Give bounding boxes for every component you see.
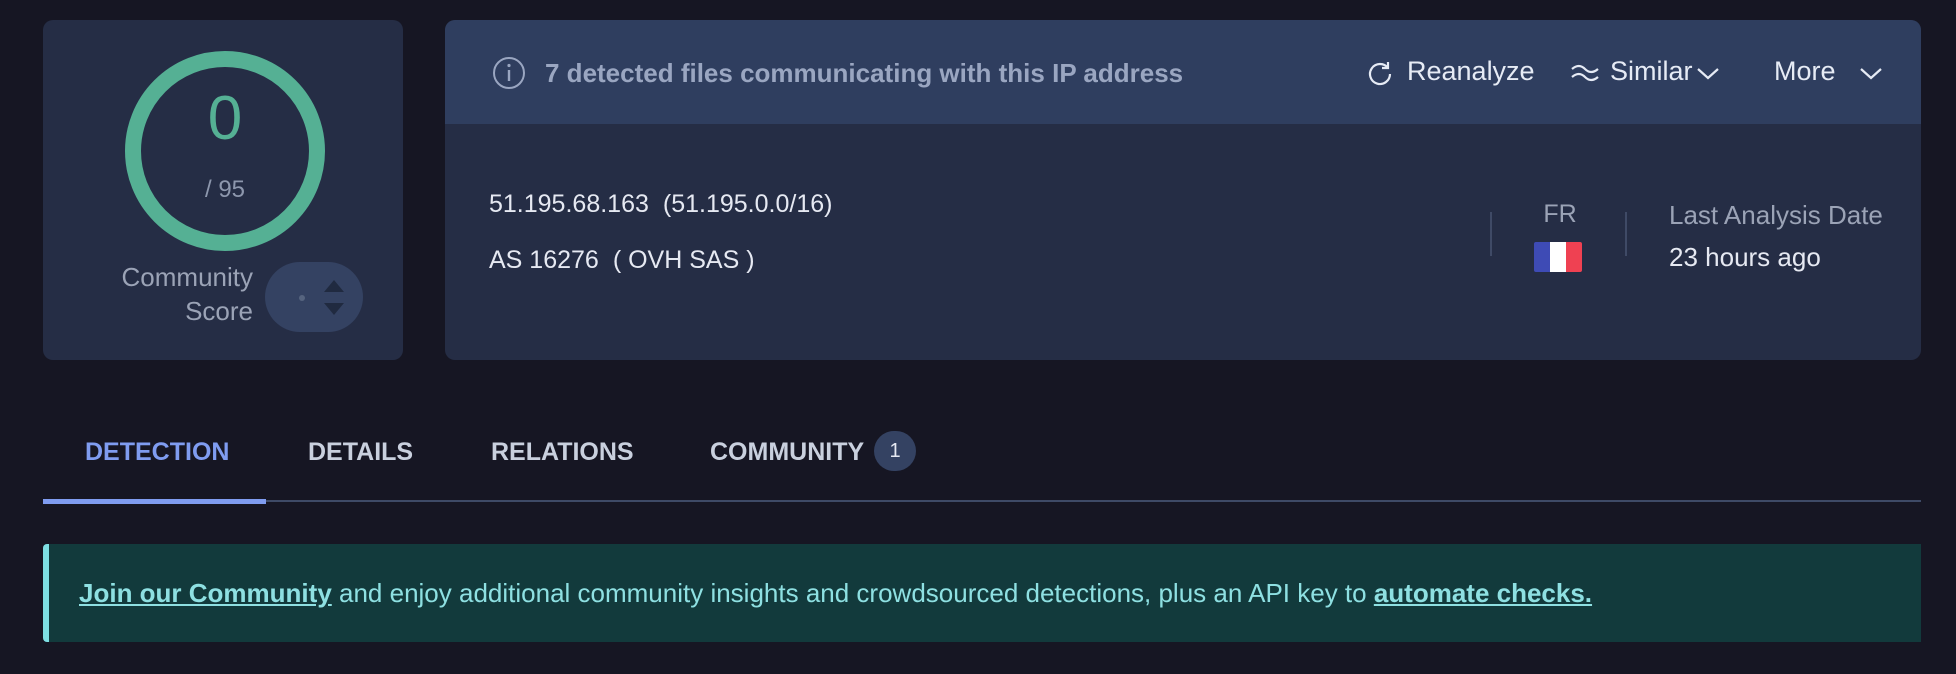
tab-relations[interactable]: RELATIONS [491,410,634,502]
ip-network-range[interactable]: (51.195.0.0/16) [663,190,833,218]
reanalyze-button[interactable]: Reanalyze [1367,56,1535,90]
tab-label: RELATIONS [491,438,634,466]
community-label-line1: Community [121,262,253,292]
last-analysis-date-label: Last Analysis Date [1669,200,1883,230]
divider [1625,212,1627,256]
join-community-banner: Join our Community and enjoy additional … [43,544,1921,642]
reanalyze-label: Reanalyze [1407,56,1535,86]
tab-detection[interactable]: DETECTION [43,410,266,504]
similar-label: Similar [1610,56,1693,86]
info-icon [493,57,525,89]
vote-up-icon[interactable] [323,279,345,293]
community-label-line2: Score [185,296,253,326]
more-label: More [1774,56,1836,86]
detection-score-total: / 95 [204,176,246,203]
as-owner[interactable]: ( OVH SAS ) [613,246,755,274]
detected-files-message[interactable]: 7 detected files communicating with this… [545,58,1183,89]
tab-label: DETAILS [308,438,414,466]
divider [1490,212,1492,256]
tab-community[interactable]: COMMUNITY 1 [710,410,930,502]
tab-label: COMMUNITY [710,438,865,466]
community-count-badge: 1 [874,431,916,471]
info-header-bar: 7 detected files communicating with this… [445,20,1921,124]
vote-down-icon[interactable] [323,302,345,316]
score-ring: 0 / 95 [122,48,328,254]
banner-middle-text: and enjoy additional community insights … [331,578,1374,608]
tab-label: DETECTION [85,438,230,466]
vote-dot-icon [299,295,305,301]
country-code: FR [1543,200,1577,228]
ip-address-line: 51.195.68.163 (51.195.0.0/16) [489,190,846,219]
community-vote-control[interactable] [265,262,363,332]
join-community-link[interactable]: Join our Community [79,578,332,608]
detection-score-value: 0 [207,84,243,153]
tab-details[interactable]: DETAILS [308,410,448,502]
more-button[interactable]: More [1774,56,1884,90]
community-score-card: 0 / 95 Community Score [43,20,403,360]
ip-address[interactable]: 51.195.68.163 [489,190,649,218]
similar-icon [1571,64,1599,82]
refresh-icon [1368,62,1392,86]
banner-text: Join our Community and enjoy additional … [79,578,1592,609]
as-line: AS 16276 ( OVH SAS ) [489,246,769,275]
as-number[interactable]: AS 16276 [489,246,599,274]
chevron-down-icon [1697,68,1719,80]
france-flag-icon [1534,242,1582,272]
chevron-down-icon [1860,68,1882,80]
automate-checks-link[interactable]: automate checks. [1374,578,1592,608]
ip-info-card: 7 detected files communicating with this… [445,20,1921,360]
similar-button[interactable]: Similar [1570,56,1720,90]
tab-bar: DETECTION DETAILS RELATIONS COMMUNITY 1 [43,410,1921,504]
last-analysis-date-value: 23 hours ago [1669,242,1821,272]
community-score-label: Community Score [103,260,253,328]
